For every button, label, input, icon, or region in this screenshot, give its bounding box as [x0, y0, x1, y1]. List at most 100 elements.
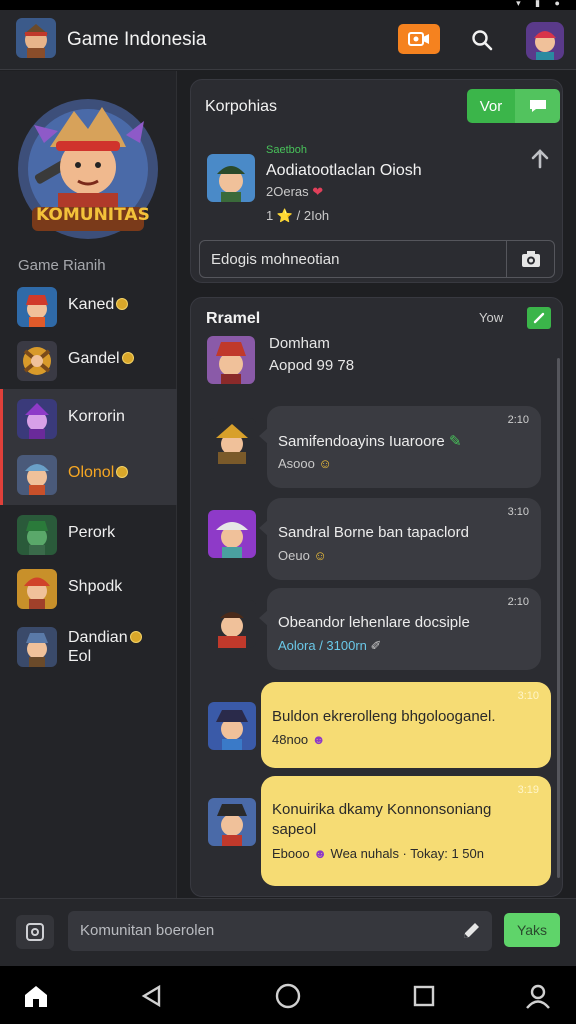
message-time: 2:10	[507, 414, 529, 426]
recents-icon[interactable]	[410, 982, 438, 1010]
chat-header-name: Domham	[269, 335, 330, 352]
sidebar-item-label: Shpodk	[68, 578, 123, 595]
chat-card-title: Rramel	[206, 310, 261, 327]
circle-home-icon[interactable]	[274, 982, 302, 1010]
post-meta: 2Oeras	[266, 184, 309, 199]
heart-icon: ❤	[312, 184, 324, 199]
avatar[interactable]	[208, 798, 256, 846]
message-text: Buldon ekrerolleng bhgolooganel.	[272, 708, 496, 725]
sidebar-item-korrorin[interactable]: Korrorin	[0, 391, 177, 447]
send-button[interactable]: Yaks	[504, 913, 560, 947]
message-meta: Aolora / 3100rn	[278, 638, 367, 653]
message-bubble[interactable]: 3:19 Konuirika dkamy Konnonsoniang sapeol…	[261, 776, 551, 886]
app-title: Game Indonesia	[67, 29, 207, 50]
community-hero-image[interactable]: KOMUNITAS	[14, 85, 162, 245]
chat-badge-label: Yow	[479, 310, 504, 325]
message-text: Sandral Borne ban tapaclord	[278, 524, 469, 541]
post-card: Korpohias Vor Saetboh Aodiatootlaclan Oi…	[190, 79, 563, 283]
search-icon	[472, 30, 493, 51]
message-text: Obeandor lehenlare docsiple	[278, 614, 470, 631]
avatar	[17, 569, 57, 609]
home-icon[interactable]	[22, 982, 50, 1010]
message-time: 3:10	[517, 690, 539, 702]
emoji-icon: ☻	[313, 846, 327, 861]
vote-label: Vor	[467, 89, 515, 123]
message-time: 2:10	[507, 596, 529, 608]
sidebar-item-olonol[interactable]: Olonol	[0, 447, 177, 503]
message-bubble[interactable]: 2:10 Obeandor lehenlare docsiple Aolora …	[259, 588, 541, 670]
person-icon[interactable]	[524, 982, 552, 1010]
check-toggle[interactable]	[527, 307, 551, 329]
chat-header-sub: Aopod 99 78	[269, 357, 355, 374]
live-video-button[interactable]	[398, 24, 440, 54]
message-time: 3:10	[507, 506, 529, 518]
status-icons: ▾ ▮ ●	[516, 0, 566, 8]
sidebar-item-label: Dandian	[68, 629, 128, 646]
avatar	[17, 287, 57, 327]
message-text: Samifendoayins Iuaroore	[278, 433, 445, 450]
vote-button[interactable]: Vor	[467, 89, 560, 123]
message-meta-prefix: Ebooo	[272, 846, 310, 861]
post-card-title: Korpohias	[205, 98, 278, 115]
post-title[interactable]: Aodiatootlaclan Oiosh	[266, 162, 422, 180]
avatar	[17, 627, 57, 667]
coin-icon	[129, 631, 142, 643]
arrow-up-icon[interactable]	[529, 148, 551, 170]
camera-icon	[521, 251, 540, 267]
search-button[interactable]	[466, 24, 498, 56]
message-meta: Oeuo	[278, 548, 310, 563]
avatar	[17, 341, 57, 381]
avatar[interactable]	[208, 702, 256, 750]
post-stats: 1 ⭐ / 2Ioh	[266, 208, 330, 223]
avatar[interactable]	[207, 336, 255, 384]
app-logo-icon[interactable]	[16, 18, 56, 58]
pencil-icon[interactable]	[460, 920, 482, 942]
sidebar-item-kaned[interactable]: Kaned	[0, 279, 177, 335]
avatar[interactable]	[208, 418, 256, 466]
status-bar: ▾ ▮ ●	[0, 0, 576, 10]
avatar[interactable]	[208, 510, 256, 558]
app-bar: Game Indonesia	[0, 10, 576, 70]
avatar[interactable]	[208, 600, 256, 648]
sidebar-item-label: Perork	[68, 524, 116, 541]
message-text: Konuirika dkamy Konnonsoniang	[272, 801, 492, 818]
main-panel: Korpohias Vor Saetboh Aodiatootlaclan Oi…	[177, 71, 576, 899]
sidebar-item-shpodk[interactable]: Shpodk	[0, 561, 177, 617]
message-meta: 48noo	[272, 732, 309, 747]
post-input-value: Edogis mohneotian	[211, 251, 340, 268]
sidebar-item-gandel[interactable]: Gandel	[0, 333, 177, 389]
avatar	[17, 515, 57, 555]
message-input[interactable]: Komunitan boerolen	[68, 911, 492, 951]
sidebar: KOMUNITAS Game Rianih Kaned Gandel Korro…	[0, 71, 177, 899]
message-bubble[interactable]: 2:10 Samifendoayins Iuaroore ✎ Asooo ☺	[259, 406, 541, 488]
chat-bubble-icon	[515, 89, 560, 123]
sidebar-item-label: Olonol	[68, 464, 115, 481]
avatar[interactable]	[207, 154, 255, 202]
sticker-icon	[26, 923, 44, 941]
emoji-icon: ☻	[311, 732, 326, 747]
avatar	[17, 455, 57, 495]
video-icon	[408, 32, 429, 46]
avatar	[17, 399, 57, 439]
emoji-button[interactable]	[16, 915, 54, 949]
scrollbar[interactable]	[557, 358, 560, 878]
sidebar-item-dandian[interactable]: Dandian Eol	[0, 619, 177, 679]
system-nav-bar	[0, 966, 576, 1024]
profile-avatar[interactable]	[526, 22, 564, 60]
tag-icon: ✐	[370, 638, 382, 653]
hero-label: KOMUNITAS	[36, 205, 150, 225]
message-bubble[interactable]: 3:10 Buldon ekrerolleng bhgolooganel. 48…	[261, 682, 551, 768]
section-label: Game Rianih	[18, 257, 106, 274]
emoji-icon: ☺	[318, 456, 332, 471]
post-input[interactable]: Edogis mohneotian	[199, 240, 555, 278]
back-icon[interactable]	[138, 982, 166, 1010]
sidebar-item-label: Kaned	[68, 296, 115, 313]
coin-icon	[116, 466, 129, 478]
camera-button[interactable]	[506, 241, 554, 277]
chat-card: Rramel Yow Domham Aopod 99 78 2:10 Samif…	[190, 297, 563, 897]
message-bubble[interactable]: 3:10 Sandral Borne ban tapaclord Oeuo ☺	[259, 498, 541, 580]
message-input-placeholder: Komunitan boerolen	[80, 922, 215, 939]
sidebar-item-perork[interactable]: Perork	[0, 507, 177, 563]
post-tag: Saetboh	[266, 144, 307, 156]
sidebar-item-label: Korrorin	[68, 408, 125, 425]
